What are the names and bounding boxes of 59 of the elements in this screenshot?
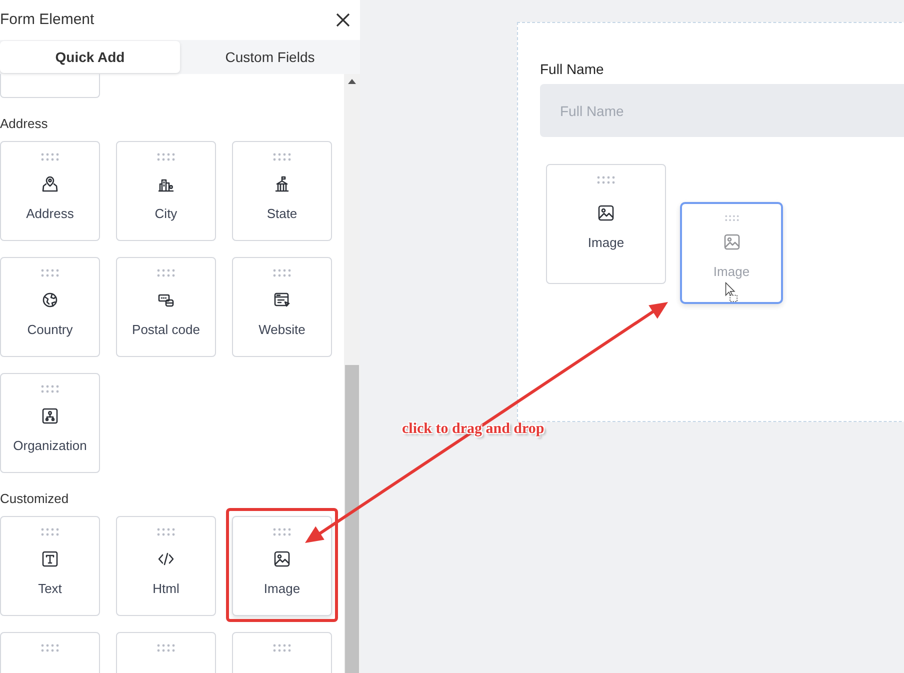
- element-label: Image: [713, 263, 750, 282]
- text-icon: [41, 550, 59, 568]
- drag-handle-icon[interactable]: [273, 153, 291, 161]
- drag-handle-icon[interactable]: [273, 269, 291, 277]
- element-card[interactable]: Text: [0, 516, 100, 616]
- section-heading: Customized: [0, 491, 70, 507]
- drag-handle-icon[interactable]: [273, 528, 291, 536]
- element-label: Image: [264, 580, 300, 598]
- drag-handle-icon[interactable]: [157, 528, 175, 536]
- text-field[interactable]: Full Name: [540, 84, 904, 137]
- drag-handle-icon[interactable]: [41, 385, 59, 393]
- drag-handle-icon[interactable]: [41, 153, 59, 161]
- element-card[interactable]: Organization: [0, 373, 100, 473]
- element-label: Postal code: [132, 321, 200, 339]
- image-icon: [722, 233, 740, 252]
- element-card[interactable]: Image: [232, 516, 332, 616]
- browser-window-icon: [273, 291, 291, 309]
- tab[interactable]: Custom Fields: [180, 41, 360, 73]
- element-label: Organization: [13, 437, 87, 455]
- element-card[interactable]: Website: [232, 257, 332, 357]
- drag-handle-icon[interactable]: [722, 215, 740, 222]
- drag-handle-icon[interactable]: [157, 153, 175, 161]
- element-label: Html: [152, 580, 180, 598]
- element-card[interactable]: City: [116, 141, 216, 241]
- drag-handle-icon[interactable]: [273, 644, 291, 652]
- code-icon: [157, 550, 175, 568]
- element-card[interactable]: Country: [0, 257, 100, 357]
- element-label: Website: [258, 321, 306, 339]
- drag-handle-icon[interactable]: [157, 269, 175, 277]
- element-label: Address: [26, 205, 74, 223]
- image-card[interactable]: Image: [546, 164, 666, 284]
- drag-handle-icon[interactable]: [597, 176, 615, 184]
- tab[interactable]: Quick Add: [0, 41, 180, 73]
- element-card[interactable]: Html: [116, 516, 216, 616]
- hierarchy-icon: [41, 407, 59, 425]
- government-building-icon: [273, 175, 291, 193]
- field-label: Full Name: [540, 60, 605, 79]
- element-card[interactable]: Address: [0, 141, 100, 241]
- close-icon[interactable]: [336, 13, 350, 27]
- drag-handle-icon[interactable]: [41, 528, 59, 536]
- element-card[interactable]: Postal code: [116, 257, 216, 357]
- section-heading: Address: [0, 116, 49, 132]
- drag-handle-icon[interactable]: [41, 644, 59, 652]
- scroll-up-icon[interactable]: [348, 79, 356, 84]
- drag-handle-icon[interactable]: [157, 644, 175, 652]
- drag-handle-icon[interactable]: [41, 269, 59, 277]
- image-icon: [597, 204, 615, 222]
- element-label: Image: [588, 234, 624, 252]
- move-cursor-icon: [722, 282, 740, 302]
- globe-icon: [41, 291, 59, 309]
- element-label: Country: [27, 321, 73, 339]
- scrollbar-thumb[interactable]: [345, 365, 359, 673]
- element-label: State: [266, 205, 298, 223]
- location-pin-icon: [41, 175, 59, 193]
- element-label: City: [154, 205, 178, 223]
- panel-title: Form Element: [0, 10, 94, 30]
- element-card[interactable]: State: [232, 141, 332, 241]
- image-icon: [273, 550, 291, 568]
- element-label: Text: [38, 580, 62, 598]
